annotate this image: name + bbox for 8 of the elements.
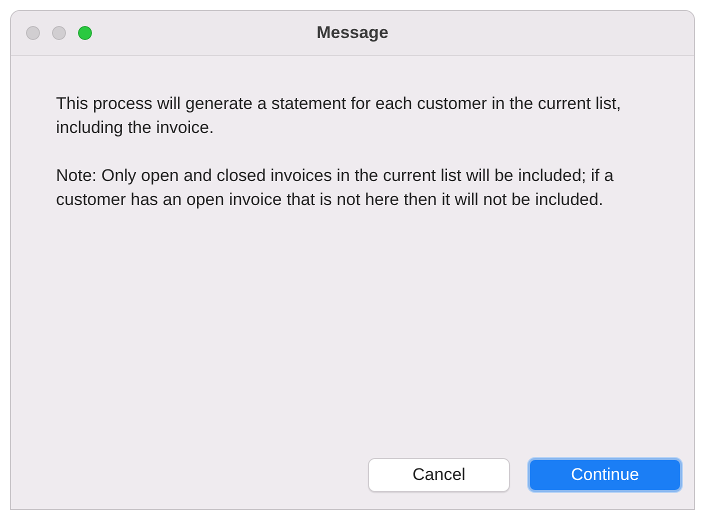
continue-button[interactable]: Continue: [528, 458, 682, 492]
message-text: This process will generate a statement for each customer in the current list, including the invoice.: [56, 93, 622, 139]
window-title: Message: [316, 23, 388, 42]
zoom-icon[interactable]: [78, 26, 92, 40]
close-icon[interactable]: [26, 26, 40, 40]
cancel-button[interactable]: Cancel: [368, 458, 510, 492]
minimize-icon[interactable]: [52, 26, 66, 40]
message-text: Note: Only open and closed invoices in the current list will be included; if a customer has an open invoice that is not here then it will not be included.: [56, 165, 615, 211]
